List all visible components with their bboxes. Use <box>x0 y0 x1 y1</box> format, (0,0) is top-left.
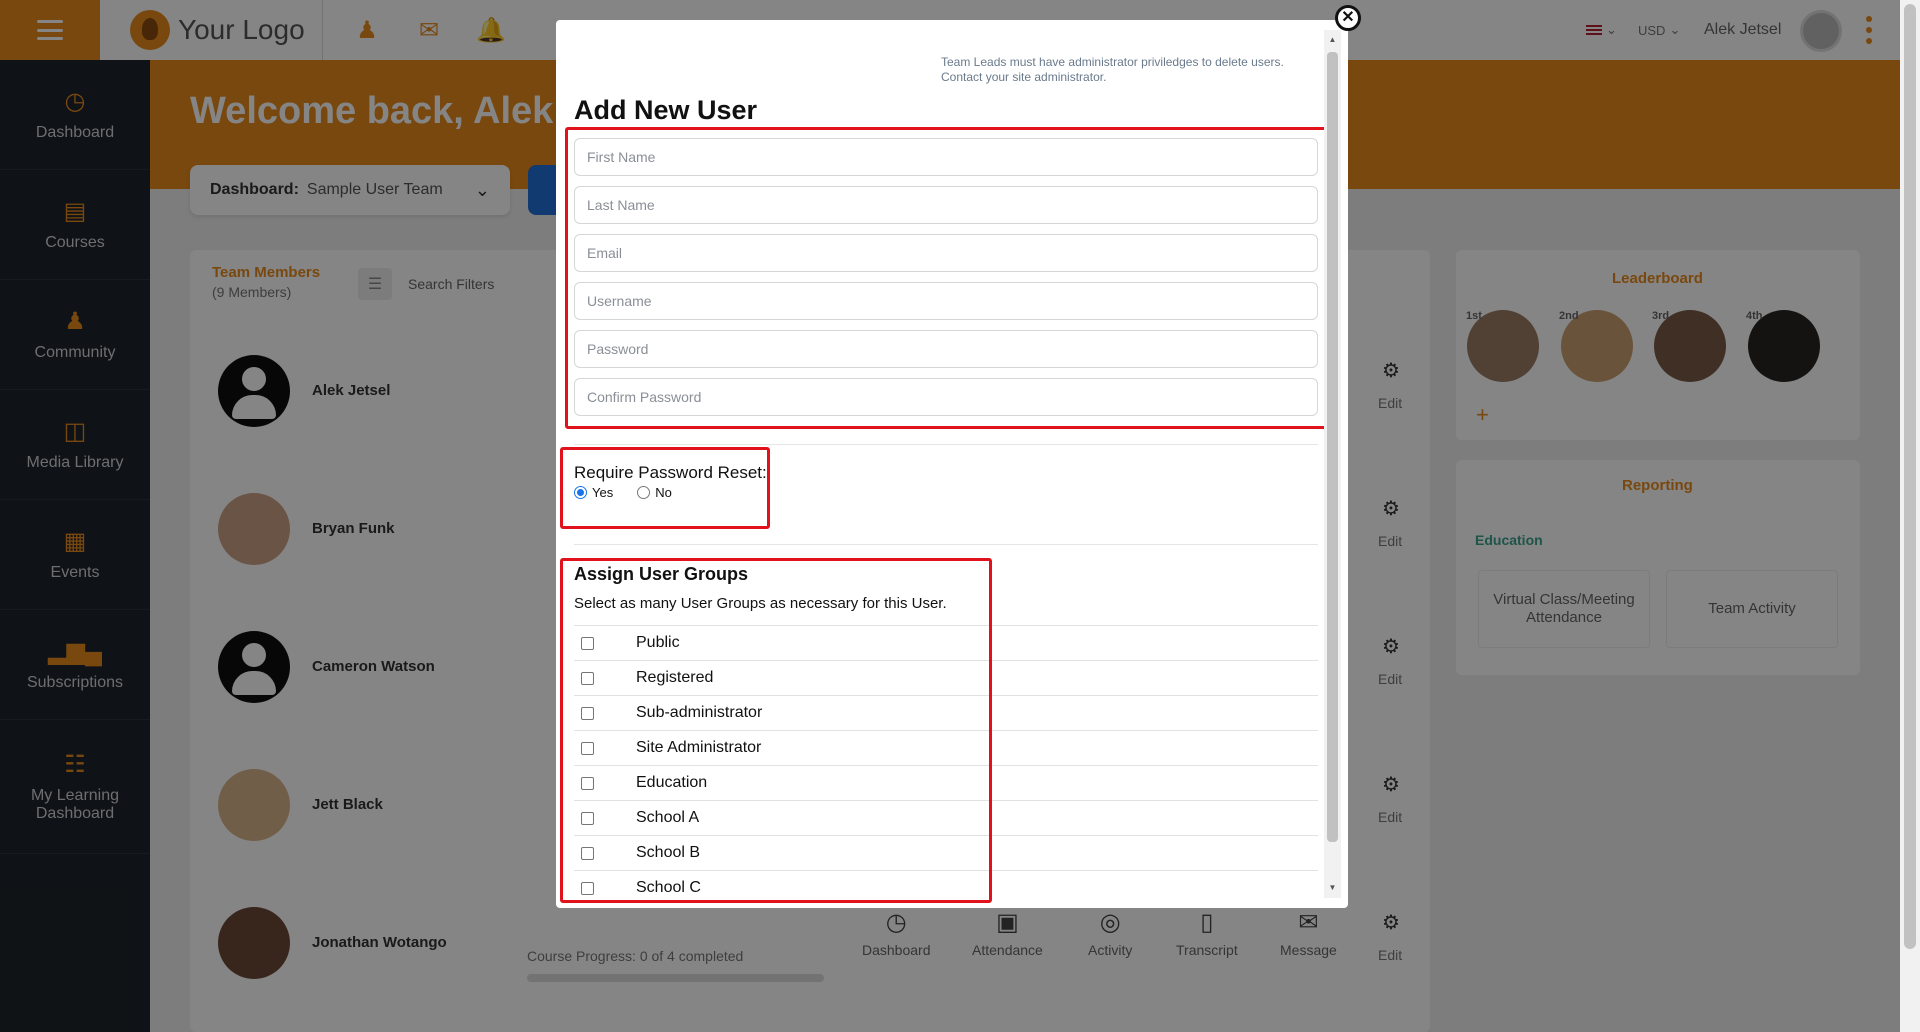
group-label: Registered <box>636 669 714 686</box>
groups-title: Assign User Groups <box>574 564 749 584</box>
group-checkbox[interactable] <box>581 846 594 860</box>
group-label: School C <box>636 879 701 896</box>
group-row: Sub-administrator <box>574 695 1318 730</box>
divider <box>574 444 1318 445</box>
group-label: School B <box>636 844 701 861</box>
groups-description: Select as many User Groups as necessary … <box>574 595 947 612</box>
password-reset-options: Yes No <box>574 485 672 500</box>
divider <box>574 544 1318 545</box>
group-row: Education <box>574 765 1318 800</box>
group-row: Site Administrator <box>574 730 1318 765</box>
group-row: Registered <box>574 660 1318 695</box>
radio-label: Yes <box>592 485 614 500</box>
password-field[interactable] <box>574 330 1318 368</box>
password-reset-label: Require Password Reset: <box>574 463 767 482</box>
group-checkbox[interactable] <box>581 881 594 895</box>
modal-title: Add New User <box>574 95 758 125</box>
radio-label: No <box>655 485 672 500</box>
last-name-field[interactable] <box>574 186 1318 224</box>
scrollbar-thumb[interactable] <box>1327 52 1338 842</box>
group-label: Sub-administrator <box>636 704 763 721</box>
scroll-up-icon[interactable]: ▲ <box>1327 34 1338 46</box>
add-user-modal: Team Leads must have administrator privi… <box>556 20 1348 908</box>
group-checkbox[interactable] <box>581 811 594 825</box>
group-row: Public <box>574 625 1318 660</box>
close-icon[interactable]: ✕ <box>1335 5 1361 31</box>
group-checkbox[interactable] <box>581 636 594 650</box>
reset-yes-radio[interactable] <box>574 486 587 499</box>
first-name-field[interactable] <box>574 138 1318 176</box>
scroll-down-icon[interactable]: ▼ <box>1327 882 1338 894</box>
group-checkbox[interactable] <box>581 776 594 790</box>
group-checkbox[interactable] <box>581 706 594 720</box>
page-scrollbar[interactable] <box>1900 0 1920 1032</box>
group-label: Site Administrator <box>636 739 762 756</box>
group-label: School A <box>636 809 700 826</box>
email-field[interactable] <box>574 234 1318 272</box>
group-checkbox[interactable] <box>581 741 594 755</box>
reset-no-radio[interactable] <box>637 486 651 499</box>
group-row: School C <box>574 870 1318 905</box>
group-row: School A <box>574 800 1318 835</box>
delete-permission-notice: Team Leads must have administrator privi… <box>941 55 1284 84</box>
confirm-password-field[interactable] <box>574 378 1318 416</box>
group-label: Public <box>636 634 680 651</box>
group-row: School B <box>574 835 1318 870</box>
group-checkbox[interactable] <box>581 671 594 685</box>
username-field[interactable] <box>574 282 1318 320</box>
group-label: Education <box>636 774 708 791</box>
modal-scrollbar[interactable]: ▲ ▼ <box>1324 30 1341 898</box>
